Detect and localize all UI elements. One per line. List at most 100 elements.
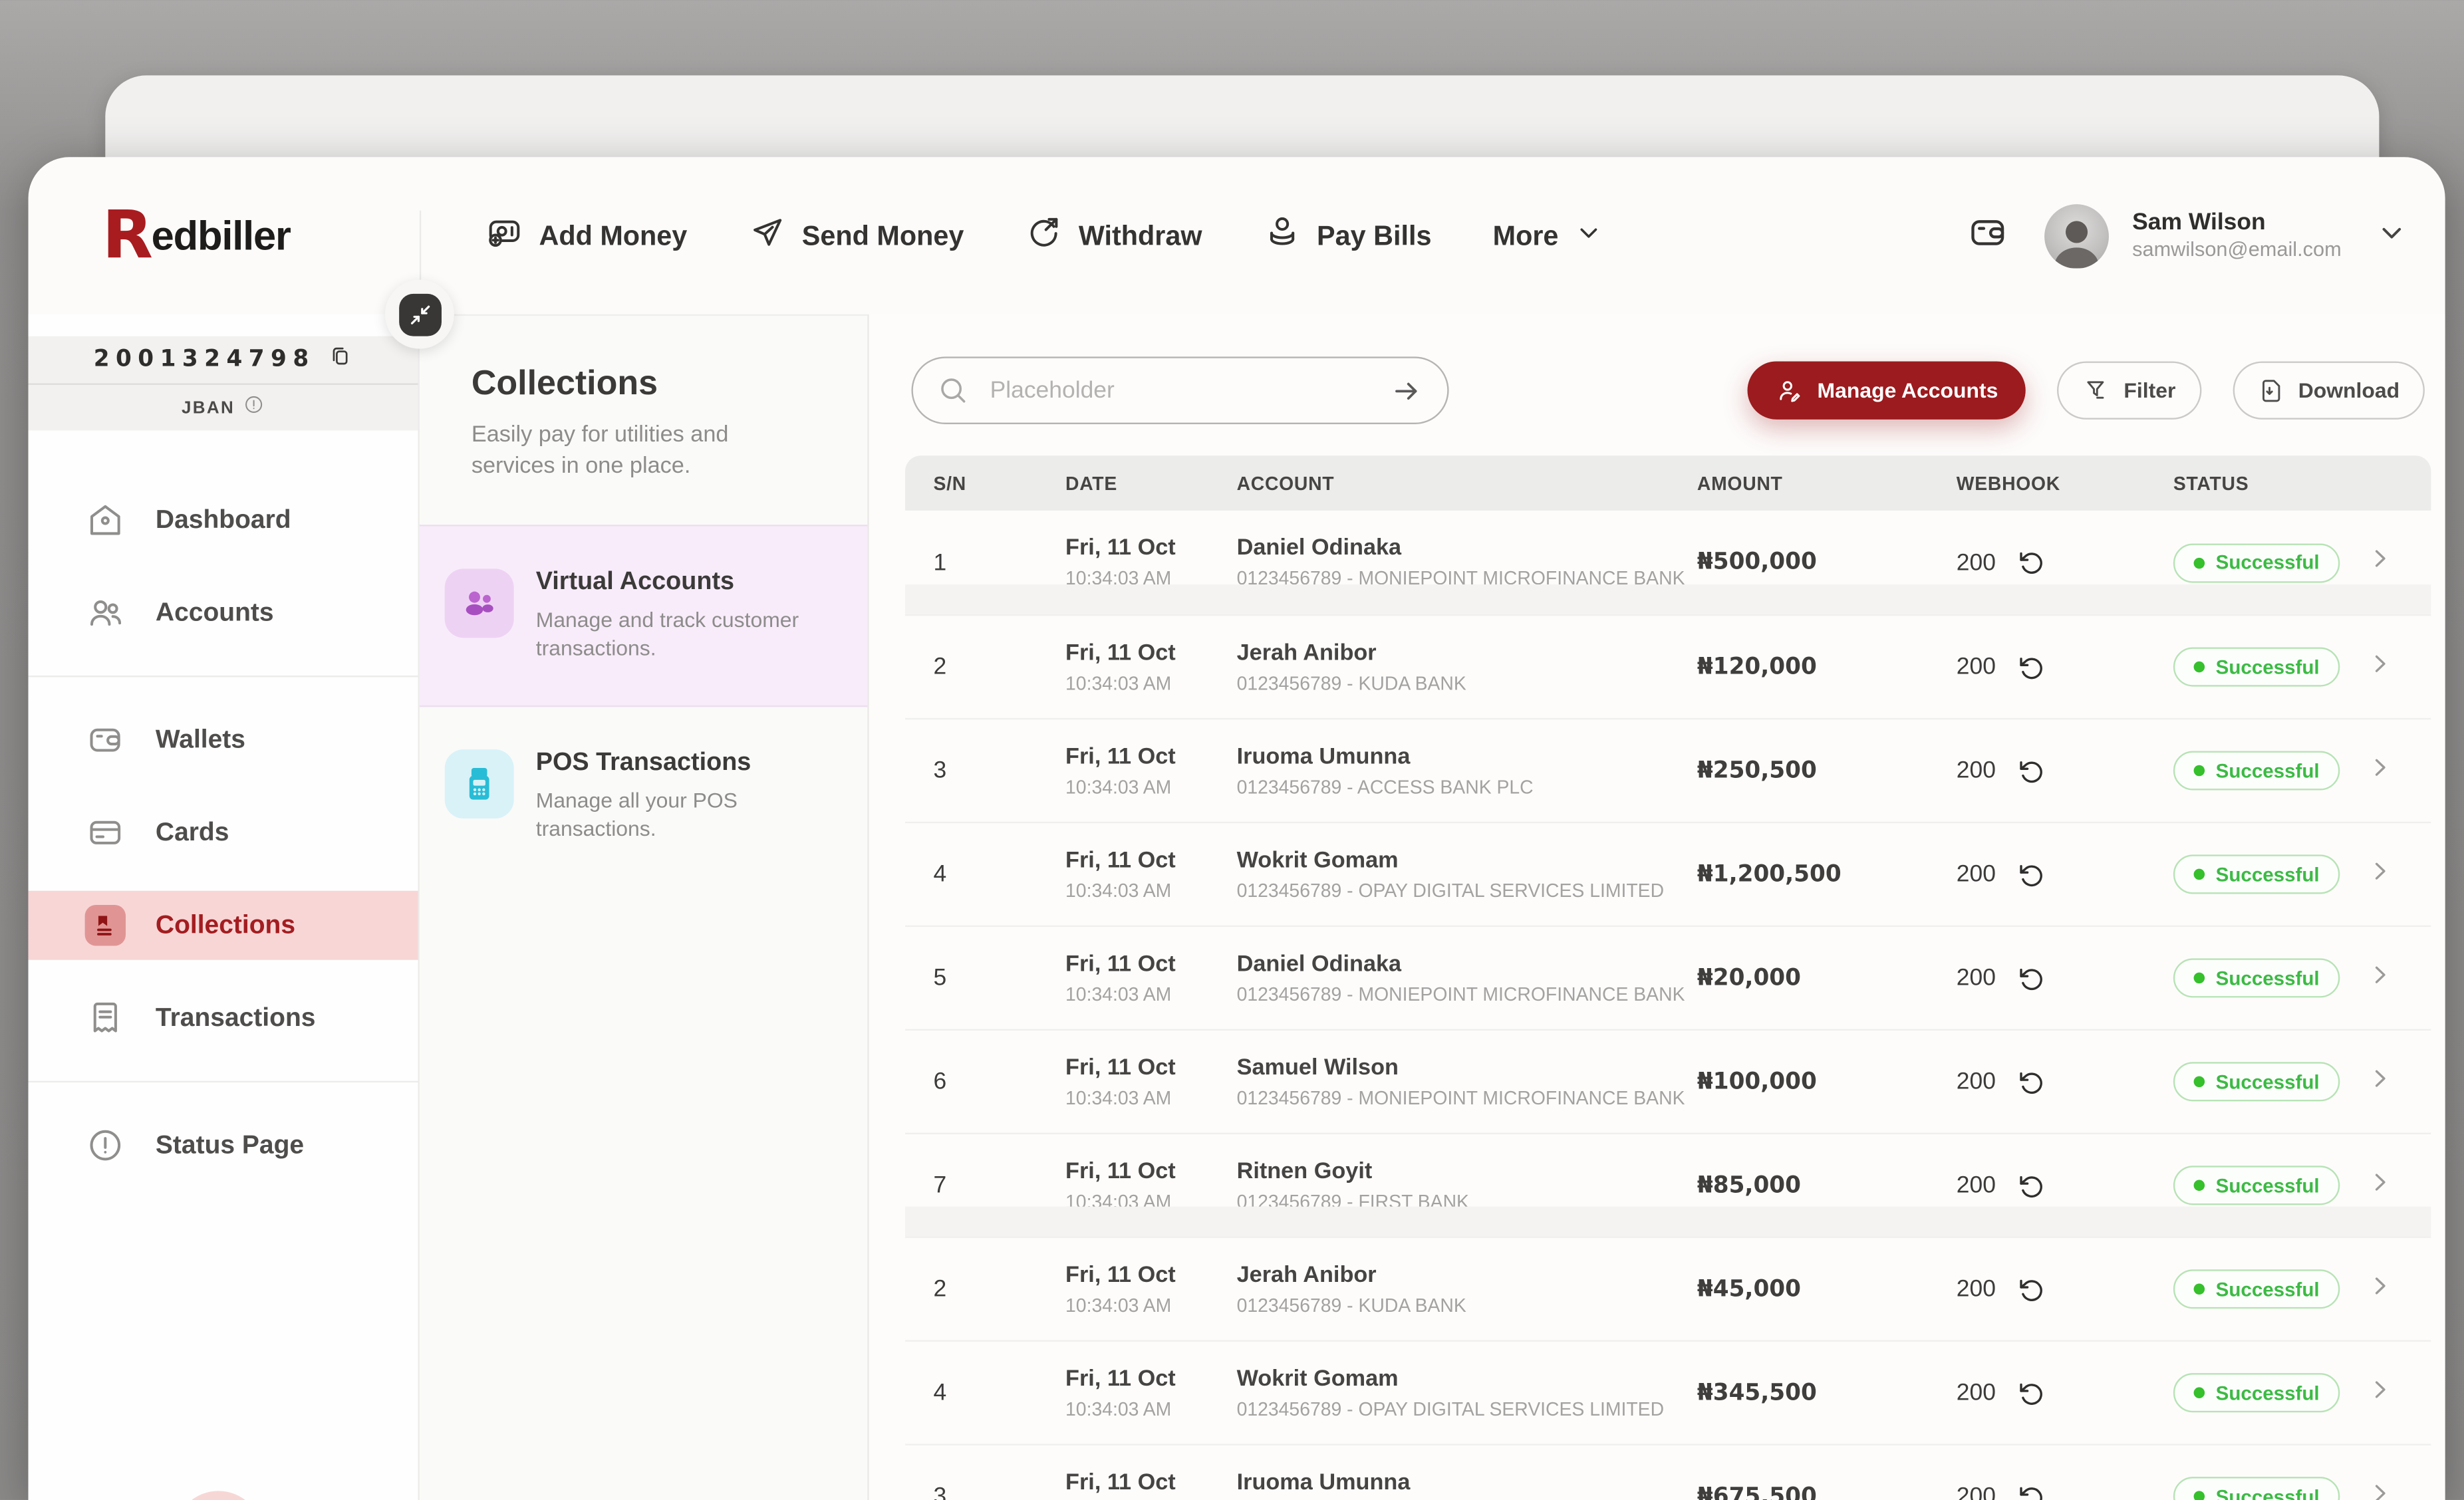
row-webhook: 200: [1950, 1068, 2162, 1096]
transactions-table: S/N DATE ACCOUNT AMOUNT WEBHOOK STATUS 1…: [905, 455, 2431, 1500]
chevron-right-icon[interactable]: [2366, 961, 2431, 995]
table-row[interactable]: 3Fri, 11 Oct10:34:03 AMIruoma Umunna0123…: [905, 1443, 2431, 1500]
group-separator: [905, 584, 2431, 614]
search-icon: [936, 374, 970, 407]
chevron-right-icon[interactable]: [2366, 1168, 2431, 1203]
row-account: Wokrit Gomam0123456789 - OPAY DIGITAL SE…: [1188, 1366, 1691, 1420]
sidebar-item-label: Dashboard: [156, 505, 291, 535]
virtual-accounts-icon: [445, 568, 514, 637]
status-dot: [2194, 1283, 2205, 1295]
app-body: 2001324798 JBAN Dashboard Accounts: [29, 314, 2445, 1500]
retry-webhook-icon[interactable]: [2016, 1378, 2045, 1407]
chevron-right-icon[interactable]: [2366, 1272, 2431, 1307]
retry-webhook-icon[interactable]: [2016, 860, 2045, 889]
nav-withdraw[interactable]: Withdraw: [1026, 213, 1202, 259]
row-amount: ₦20,000: [1691, 965, 1950, 991]
row-account: Iruoma Umunna0123456789 - ACCESS BANK PL…: [1188, 1469, 1691, 1500]
card-description: Manage and track customer transactions.: [536, 606, 843, 663]
profile-chevron-down-icon[interactable]: [2376, 216, 2407, 255]
table-row[interactable]: 2Fri, 11 Oct10:34:03 AMJerah Anibor01234…: [905, 1237, 2431, 1340]
collapse-sidebar-button[interactable]: [385, 280, 454, 349]
pos-transactions-card[interactable]: POS Transactions Manage all your POS tra…: [420, 707, 867, 886]
table-row[interactable]: 4Fri, 11 Oct10:34:03 AMWokrit Gomam01234…: [905, 1340, 2431, 1444]
table-row[interactable]: 6Fri, 11 Oct10:34:03 AMSamuel Wilson0123…: [905, 1029, 2431, 1133]
sidebar: 2001324798 JBAN Dashboard Accounts: [29, 314, 420, 1500]
nav-more[interactable]: More: [1493, 217, 1603, 253]
avatar[interactable]: [2044, 203, 2109, 268]
panel-subtitle: Easily pay for utilities and services in…: [472, 420, 815, 483]
table-row[interactable]: 3Fri, 11 Oct10:34:03 AMIruoma Umunna0123…: [905, 718, 2431, 822]
nav-label: Withdraw: [1079, 219, 1202, 253]
table-row[interactable]: 5Fri, 11 Oct10:34:03 AMDaniel Odinaka012…: [905, 926, 2431, 1029]
search-input[interactable]: [990, 377, 1391, 404]
row-sn: 2: [905, 1276, 1015, 1303]
nav-send-money[interactable]: Send Money: [748, 213, 964, 259]
chevron-right-icon[interactable]: [2366, 1064, 2431, 1099]
retry-webhook-icon[interactable]: [2016, 757, 2045, 785]
status-dot: [2194, 557, 2205, 568]
retry-webhook-icon[interactable]: [2016, 1275, 2045, 1303]
users-icon: [86, 594, 124, 632]
retry-webhook-icon[interactable]: [2016, 653, 2045, 682]
sidebar-item-wallets[interactable]: Wallets: [29, 705, 418, 775]
banknote-plus-icon: [485, 213, 523, 259]
status-badge: Successful: [2173, 1477, 2340, 1500]
user-info[interactable]: Sam Wilson samwilson@email.com: [2132, 208, 2342, 263]
chevron-right-icon[interactable]: [2366, 857, 2431, 892]
retry-webhook-icon[interactable]: [2016, 964, 2045, 993]
row-amount: ₦85,000: [1691, 1173, 1950, 1198]
manage-accounts-button[interactable]: Manage Accounts: [1748, 361, 2026, 419]
download-button[interactable]: Download: [2232, 361, 2424, 419]
column-header-amount: AMOUNT: [1691, 472, 1950, 494]
chevron-right-icon[interactable]: [2366, 650, 2431, 684]
row-account: Daniel Odinaka0123456789 - MONIEPOINT MI…: [1188, 536, 1691, 589]
sidebar-item-collections[interactable]: Collections: [29, 891, 418, 960]
nav-add-money[interactable]: Add Money: [485, 213, 687, 259]
row-sn: 6: [905, 1068, 1015, 1095]
row-status: Successful: [2162, 648, 2366, 687]
sidebar-item-label: Wallets: [156, 725, 245, 755]
row-account: Iruoma Umunna0123456789 - ACCESS BANK PL…: [1188, 744, 1691, 797]
table-row[interactable]: 4Fri, 11 Oct10:34:03 AMWokrit Gomam01234…: [905, 822, 2431, 926]
filter-button[interactable]: Filter: [2058, 361, 2201, 419]
row-webhook: 200: [1950, 757, 2162, 785]
nav-label: Add Money: [539, 219, 687, 253]
wallet-icon: [86, 721, 124, 759]
retry-webhook-icon[interactable]: [2016, 1172, 2045, 1200]
wallet-icon[interactable]: [1967, 211, 2008, 260]
retry-webhook-icon[interactable]: [2016, 1068, 2045, 1096]
status-dot: [2194, 869, 2205, 880]
sidebar-item-label: Transactions: [156, 1003, 316, 1033]
chevron-right-icon[interactable]: [2366, 1479, 2431, 1500]
info-icon[interactable]: [244, 394, 265, 422]
panel-title: Collections: [472, 363, 867, 404]
sidebar-item-transactions[interactable]: Transactions: [29, 983, 418, 1053]
sidebar-item-accounts[interactable]: Accounts: [29, 578, 418, 648]
virtual-accounts-card[interactable]: Virtual Accounts Manage and track custom…: [420, 524, 867, 707]
retry-webhook-icon[interactable]: [2016, 1482, 2045, 1500]
row-amount: ₦500,000: [1691, 550, 1950, 575]
sidebar-item-cards[interactable]: Cards: [29, 798, 418, 867]
copy-icon[interactable]: [329, 344, 352, 375]
status-badge: Successful: [2173, 1269, 2340, 1309]
nav-label: More: [1493, 219, 1559, 253]
button-label: Manage Accounts: [1818, 378, 1998, 402]
chevron-right-icon[interactable]: [2366, 753, 2431, 788]
status-badge: Successful: [2173, 1062, 2340, 1101]
row-amount: ₦120,000: [1691, 654, 1950, 680]
account-number: 2001324798: [94, 347, 315, 372]
retry-webhook-icon[interactable]: [2016, 549, 2045, 577]
search-bar[interactable]: [911, 356, 1448, 424]
sidebar-item-dashboard[interactable]: Dashboard: [29, 485, 418, 555]
sidebar-item-status-page[interactable]: Status Page: [29, 1111, 418, 1180]
sidebar-item-label: Status Page: [156, 1130, 304, 1160]
account-scheme: JBAN: [182, 398, 235, 417]
account-scheme-strip: JBAN: [29, 385, 418, 431]
table-row[interactable]: 2Fri, 11 Oct10:34:03 AMJerah Anibor01234…: [905, 614, 2431, 718]
row-amount: ₦100,000: [1691, 1069, 1950, 1094]
chevron-right-icon[interactable]: [2366, 545, 2431, 580]
row-date: Fri, 11 Oct10:34:03 AM: [1015, 951, 1188, 1005]
row-date: Fri, 11 Oct10:34:03 AM: [1015, 1055, 1188, 1108]
chevron-right-icon[interactable]: [2366, 1376, 2431, 1410]
nav-pay-bills[interactable]: Pay Bills: [1264, 213, 1432, 259]
